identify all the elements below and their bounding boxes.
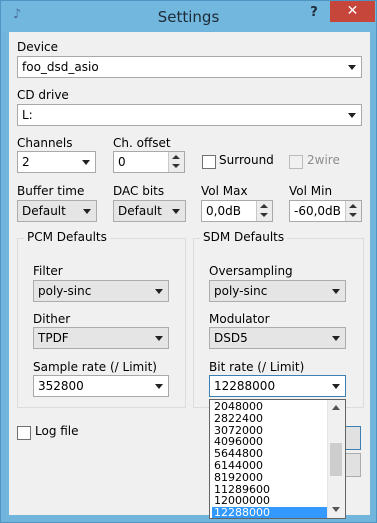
filter-value: poly-sinc [38, 284, 92, 298]
two-wire-checkbox[interactable] [289, 155, 303, 169]
device-label: Device [17, 40, 59, 54]
bit-rate-option[interactable]: 12288000 [212, 507, 330, 518]
dither-value: TPDF [38, 331, 69, 345]
spin-down-icon[interactable] [172, 164, 180, 168]
spin-down-icon[interactable] [349, 213, 357, 217]
settings-window: ♪ Settings ? ✕ Device foo_dsd_asio CD dr… [0, 0, 377, 523]
pcm-defaults-title: PCM Defaults [24, 230, 110, 244]
chevron-down-icon [82, 160, 90, 165]
spin-up-icon[interactable] [349, 204, 357, 208]
ch-offset-spinner[interactable]: 0 [113, 151, 185, 173]
chevron-down-icon [83, 209, 91, 214]
chevron-down-icon [332, 384, 340, 389]
channels-select[interactable]: 2 [17, 151, 96, 173]
bit-rate-option[interactable]: 2822400 [212, 412, 330, 425]
bit-rate-label: Bit rate (/ Limit) [209, 360, 305, 374]
vol-min-label: Vol Min [289, 184, 333, 198]
scroll-down-icon[interactable] [332, 507, 340, 512]
close-button[interactable]: ✕ [330, 1, 375, 22]
dac-bits-label: DAC bits [113, 184, 165, 198]
spin-up-icon[interactable] [172, 155, 180, 159]
surround-checkbox[interactable] [202, 155, 216, 169]
filter-select[interactable]: poly-sinc [33, 280, 169, 302]
log-file-checkbox[interactable] [17, 426, 31, 440]
chevron-down-icon [155, 289, 163, 294]
spin-buttons[interactable] [168, 152, 184, 172]
scroll-up-icon[interactable] [332, 405, 340, 410]
vol-max-value: 0,0dB [206, 204, 241, 218]
modulator-value: DSD5 [214, 331, 248, 345]
modulator-select[interactable]: DSD5 [209, 327, 346, 349]
chevron-down-icon [348, 113, 356, 118]
surround-label: Surround [219, 153, 274, 167]
chevron-down-icon [172, 209, 180, 214]
buffer-time-select[interactable]: Default [17, 200, 97, 222]
oversampling-label: Oversampling [209, 264, 293, 278]
spin-buttons[interactable] [256, 201, 272, 221]
bit-rate-dropdown-list[interactable]: 2048000 2822400 3072000 4096000 5644800 61440… [209, 399, 346, 519]
sdm-defaults-title: SDM Defaults [200, 230, 288, 244]
cd-drive-label: CD drive [17, 88, 69, 102]
channels-value: 2 [22, 155, 30, 169]
sample-rate-select[interactable]: 352800 [33, 375, 169, 397]
spin-up-icon[interactable] [260, 204, 268, 208]
sample-rate-value: 352800 [38, 379, 84, 393]
dac-bits-value: Default [118, 204, 162, 218]
bit-rate-value: 12288000 [214, 379, 276, 393]
cd-drive-value: L: [22, 108, 33, 122]
close-icon: ✕ [346, 3, 359, 19]
scrollbar-thumb[interactable] [330, 443, 342, 476]
oversampling-select[interactable]: poly-sinc [209, 280, 346, 302]
cd-drive-select[interactable]: L: [17, 104, 362, 126]
channels-label: Channels [17, 136, 73, 150]
dither-label: Dither [33, 312, 71, 326]
log-file-label: Log file [35, 424, 79, 438]
vol-min-spinner[interactable]: -60,0dB [289, 200, 362, 222]
dither-select[interactable]: TPDF [33, 327, 169, 349]
chevron-down-icon [348, 65, 356, 70]
modulator-label: Modulator [209, 312, 270, 326]
spin-down-icon[interactable] [260, 213, 268, 217]
dropdown-scrollbar[interactable] [327, 400, 345, 518]
dac-bits-select[interactable]: Default [113, 200, 186, 222]
two-wire-label: 2wire [307, 153, 340, 167]
device-value: foo_dsd_asio [22, 60, 99, 74]
vol-max-spinner[interactable]: 0,0dB [201, 200, 273, 222]
vol-min-value: -60,0dB [294, 204, 341, 218]
bit-rate-option[interactable]: 8192000 [212, 471, 330, 484]
ch-offset-value: 0 [118, 155, 126, 169]
chevron-down-icon [332, 289, 340, 294]
sample-rate-label: Sample rate (/ Limit) [33, 360, 157, 374]
chevron-down-icon [155, 336, 163, 341]
ch-offset-label: Ch. offset [113, 136, 171, 150]
bit-rate-select[interactable]: 12288000 [209, 375, 346, 397]
spin-buttons[interactable] [345, 201, 361, 221]
buffer-time-value: Default [22, 204, 66, 218]
help-button[interactable]: ? [301, 3, 327, 23]
buffer-time-label: Buffer time [17, 184, 85, 198]
chevron-down-icon [155, 384, 163, 389]
device-select[interactable]: foo_dsd_asio [17, 56, 362, 78]
vol-max-label: Vol Max [201, 184, 248, 198]
oversampling-value: poly-sinc [214, 284, 268, 298]
filter-label: Filter [33, 264, 63, 278]
title-bar[interactable]: ♪ Settings ? ✕ [1, 1, 376, 31]
chevron-down-icon [332, 336, 340, 341]
